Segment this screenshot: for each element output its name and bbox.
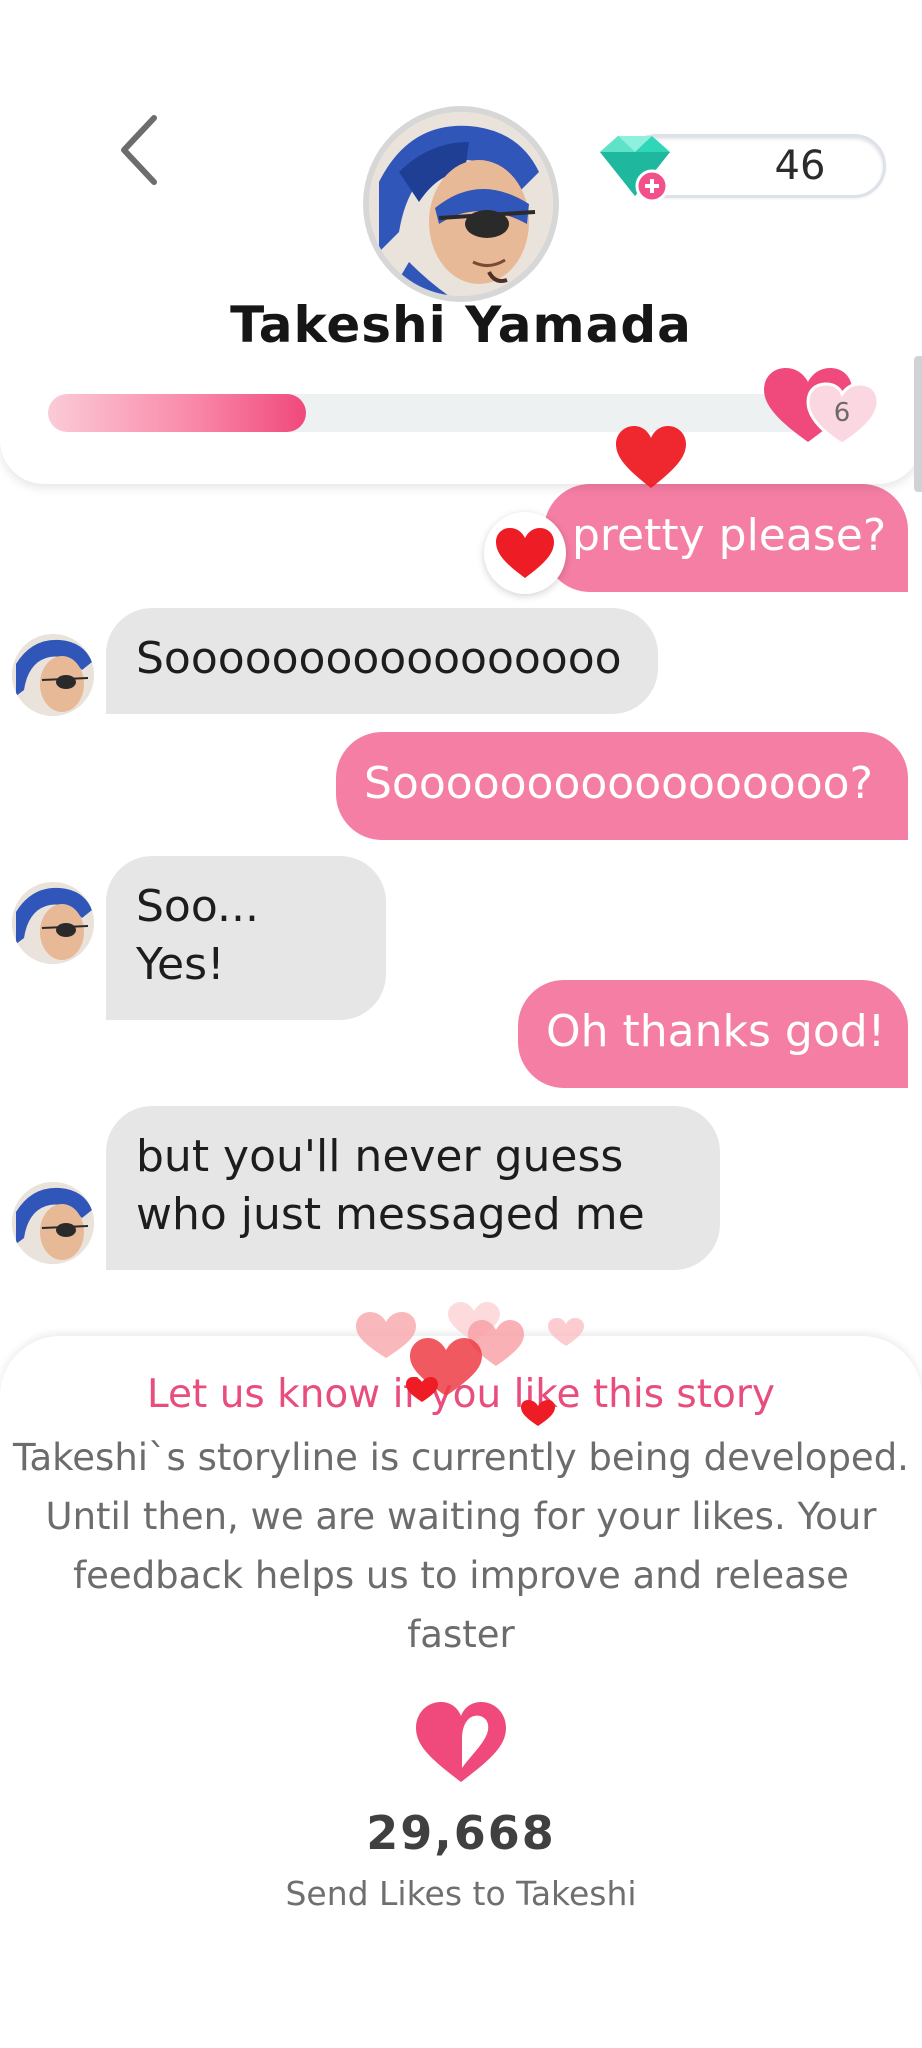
user-message: pretty please? <box>544 484 908 592</box>
message-line: but you'll never guess <box>136 1131 624 1182</box>
back-chevron-icon[interactable] <box>112 110 172 190</box>
character-message: Sooooooooooooooooo <box>106 608 658 714</box>
feedback-title: Let us know if you like this story <box>146 1372 776 1417</box>
chat-messages: pretty please? Sooooooooooooooooo Sooooo… <box>0 484 922 1304</box>
character-mini-avatar <box>12 1182 94 1264</box>
character-mini-portrait <box>12 1182 94 1264</box>
character-mini-portrait <box>12 882 94 964</box>
character-name: Takeshi Yamada <box>230 296 692 354</box>
description-line: faster <box>407 1613 515 1656</box>
message-text: Sooooooooooooooooo? <box>364 758 873 809</box>
chat-screen: Takeshi Yamada 46 6 pretty please? Soooo… <box>0 0 922 2048</box>
send-like-heart-icon[interactable] <box>412 1698 510 1786</box>
message-text: Oh thanks god! <box>546 1006 886 1057</box>
heart-reaction-icon <box>496 528 554 578</box>
character-mini-portrait <box>12 634 94 716</box>
message-text: Sooooooooooooooooo <box>136 633 622 684</box>
chat-header: Takeshi Yamada 46 6 <box>0 0 922 484</box>
send-likes-label[interactable]: Send Likes to Takeshi <box>0 1874 922 1913</box>
message-reaction-badge[interactable] <box>484 512 566 594</box>
message-line: who just messaged me <box>136 1189 645 1240</box>
level-hearts-icon <box>764 368 880 446</box>
description-line: Takeshi`s storyline is currently being d… <box>13 1436 909 1479</box>
scrollbar[interactable] <box>914 356 922 492</box>
feedback-description: Takeshi`s storyline is currently being d… <box>0 1428 922 1664</box>
relationship-progress-fill <box>48 394 307 432</box>
user-message: Sooooooooooooooooo? <box>336 732 908 840</box>
message-text: Soo... Yes! <box>136 881 259 990</box>
character-mini-avatar <box>12 634 94 716</box>
character-portrait <box>369 112 553 296</box>
user-message: Oh thanks god! <box>518 980 908 1088</box>
character-message: Soo... Yes! <box>106 856 386 1020</box>
character-avatar[interactable] <box>363 106 559 302</box>
diamond-plus-icon[interactable] <box>590 128 680 208</box>
message-text: pretty please? <box>572 510 887 561</box>
character-message: but you'll never guess who just messaged… <box>106 1106 720 1270</box>
gem-count: 46 <box>774 143 826 189</box>
likes-count: 29,668 <box>366 1806 556 1860</box>
character-mini-avatar <box>12 882 94 964</box>
relationship-progress-bar <box>48 394 808 432</box>
description-line: feedback helps us to improve and release <box>73 1554 849 1597</box>
level-number: 6 <box>833 398 851 428</box>
description-line: Until then, we are waiting for your like… <box>45 1495 877 1538</box>
